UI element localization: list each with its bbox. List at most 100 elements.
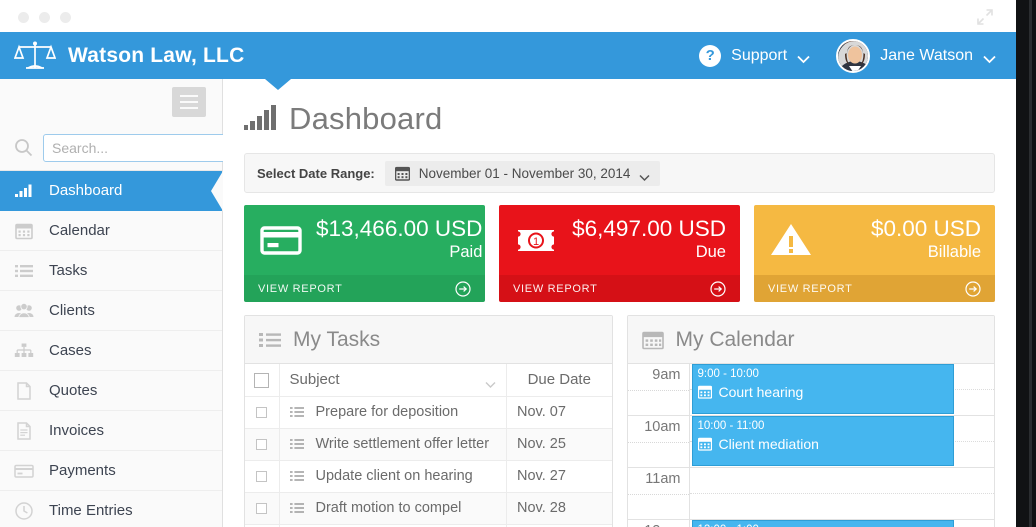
calendar-event-title: Client mediation	[718, 435, 819, 452]
stat-cards: $13,466.00 USD Paid VIEW REPORT 1 $6,497…	[244, 205, 995, 302]
sidebar-item-quotes[interactable]: Quotes	[0, 371, 222, 411]
hamburger-menu-icon[interactable]	[172, 87, 206, 117]
window-controls	[18, 12, 71, 23]
sidebar-item-label: Dashboard	[49, 182, 123, 199]
stat-card-body: 1 $6,497.00 USD Due	[499, 205, 740, 275]
search-icon	[14, 138, 33, 157]
column-header-due-date[interactable]: Due Date	[506, 364, 612, 397]
sitemap-icon	[14, 341, 34, 361]
my-calendar-header: My Calendar	[627, 316, 994, 364]
table-row[interactable]: Write settlement offer letter Nov. 25	[245, 428, 612, 461]
sidebar-item-invoices[interactable]: Invoices	[0, 411, 222, 451]
calendar-icon	[14, 221, 34, 241]
sidebar-item-tasks[interactable]: Tasks	[0, 251, 222, 291]
view-report-label: VIEW REPORT	[513, 282, 598, 295]
table-row[interactable]: Prepare for deposition Nov. 07	[245, 396, 612, 429]
calendar-icon	[697, 437, 712, 451]
clock-icon	[14, 501, 34, 521]
stat-card-amount: $13,466.00 USD	[316, 215, 483, 241]
window-close-dot[interactable]	[18, 12, 29, 23]
app-header: Watson Law, LLC ? Support Jane Watson	[0, 32, 1016, 79]
column-header-subject[interactable]: Subject	[279, 364, 507, 397]
expand-arrows-icon[interactable]	[976, 8, 994, 26]
file-icon	[14, 381, 34, 401]
row-checkbox[interactable]	[256, 406, 268, 418]
window-edge-highlight	[1029, 0, 1032, 527]
app-window: Watson Law, LLC ? Support Jane Watson Se…	[0, 0, 1036, 527]
view-report-button[interactable]: VIEW REPORT	[244, 275, 485, 302]
view-report-label: VIEW REPORT	[258, 282, 343, 295]
calendar-event[interactable]: 12:00 - 1:00	[691, 520, 954, 527]
my-calendar-title: My Calendar	[675, 327, 795, 351]
view-report-label: VIEW REPORT	[768, 282, 853, 295]
list-icon	[259, 330, 281, 350]
brand-name: Watson Law, LLC	[68, 43, 245, 67]
sidebar-item-time-entries[interactable]: Time Entries	[0, 491, 222, 527]
date-range-bar: Select Date Range: November 01 - Novembe…	[244, 153, 995, 193]
calendar-icon	[697, 385, 712, 399]
calendar-grid: 9am 9:00 - 10:00 Court hearing 10am 10:0…	[627, 364, 995, 527]
money-bill-icon: 1	[513, 217, 559, 263]
main-content: Dashboard Select Date Range: November 01…	[223, 79, 1016, 527]
calendar-slot[interactable]: 10:00 - 11:00 Client mediation	[689, 416, 994, 468]
date-range-picker[interactable]: November 01 - November 30, 2014	[384, 160, 661, 186]
stat-card-body: $0.00 USD Billable	[754, 205, 995, 275]
row-checkbox-cell	[245, 428, 280, 461]
stat-card-status: Due	[695, 242, 726, 261]
chevron-down-icon	[983, 51, 996, 64]
bar-chart-icon	[14, 181, 34, 201]
my-tasks-header: My Tasks	[245, 316, 612, 364]
calendar-event[interactable]: 9:00 - 10:00 Court hearing	[691, 364, 954, 414]
view-report-button[interactable]: VIEW REPORT	[499, 275, 740, 302]
window-minimize-dot[interactable]	[39, 12, 50, 23]
list-icon	[289, 406, 304, 418]
calendar-slot[interactable]: 12:00 - 1:00	[690, 520, 995, 527]
calendar-slot[interactable]	[689, 468, 994, 520]
calendar-hour-label: 10am	[627, 416, 690, 468]
task-subject: Write settlement offer letter	[315, 436, 490, 452]
sidebar-item-dashboard[interactable]: Dashboard	[0, 171, 223, 211]
row-checkbox[interactable]	[256, 438, 268, 450]
support-label: Support	[731, 46, 788, 64]
window-maximize-dot[interactable]	[60, 12, 71, 23]
calendar-icon	[641, 330, 664, 350]
sidebar-nav: Dashboard Calendar Tasks Clients Cases Q…	[0, 170, 223, 527]
stat-card-status: Paid	[449, 242, 483, 261]
brand[interactable]: Watson Law, LLC	[0, 38, 244, 74]
chevron-down-icon	[639, 169, 650, 182]
view-report-button[interactable]: VIEW REPORT	[754, 275, 995, 302]
file-text-icon	[14, 421, 34, 441]
arrow-right-circle-icon	[455, 280, 471, 297]
list-icon	[289, 470, 304, 482]
row-checkbox-cell	[245, 460, 280, 493]
question-mark-circle-icon: ?	[699, 44, 722, 67]
calendar-event-time: 9:00 - 10:00	[697, 368, 759, 380]
calendar-event-time: 10:00 - 11:00	[697, 420, 765, 432]
table-row[interactable]: Draft motion to compel Nov. 28	[245, 492, 612, 525]
sidebar-item-calendar[interactable]: Calendar	[0, 211, 222, 251]
user-name: Jane Watson	[880, 46, 973, 64]
calendar-hour-label: 11am	[627, 468, 690, 520]
calendar-slot[interactable]: 9:00 - 10:00 Court hearing	[689, 364, 994, 416]
sidebar-item-payments[interactable]: Payments	[0, 451, 222, 491]
row-checkbox[interactable]	[256, 470, 268, 482]
calendar-hour-row: 10am 10:00 - 11:00 Client mediation	[627, 416, 994, 468]
select-all-checkbox[interactable]	[254, 372, 270, 388]
sidebar-item-clients[interactable]: Clients	[0, 291, 222, 331]
sidebar-item-cases[interactable]: Cases	[0, 331, 222, 371]
search-input[interactable]	[43, 133, 242, 162]
sidebar: Dashboard Calendar	[0, 79, 242, 527]
calendar-event-title: Court hearing	[718, 383, 804, 400]
table-row[interactable]: Update client on hearing Nov. 27	[245, 460, 612, 493]
arrow-right-circle-icon	[710, 280, 726, 297]
row-checkbox[interactable]	[256, 502, 268, 514]
calendar-event[interactable]: 10:00 - 11:00 Client mediation	[691, 416, 954, 466]
chevron-down-icon	[797, 51, 810, 64]
column-header-subject-label: Subject	[289, 371, 340, 389]
calendar-hour-row: 9am 9:00 - 10:00 Court hearing	[627, 364, 994, 416]
user-menu[interactable]: Jane Watson	[836, 38, 996, 73]
stat-card-amount: $0.00 USD	[870, 215, 981, 241]
task-subject-cell: Draft motion to compel	[279, 492, 507, 525]
calendar-hour-label: 12pm	[628, 520, 690, 527]
support-menu[interactable]: ? Support	[699, 44, 810, 67]
